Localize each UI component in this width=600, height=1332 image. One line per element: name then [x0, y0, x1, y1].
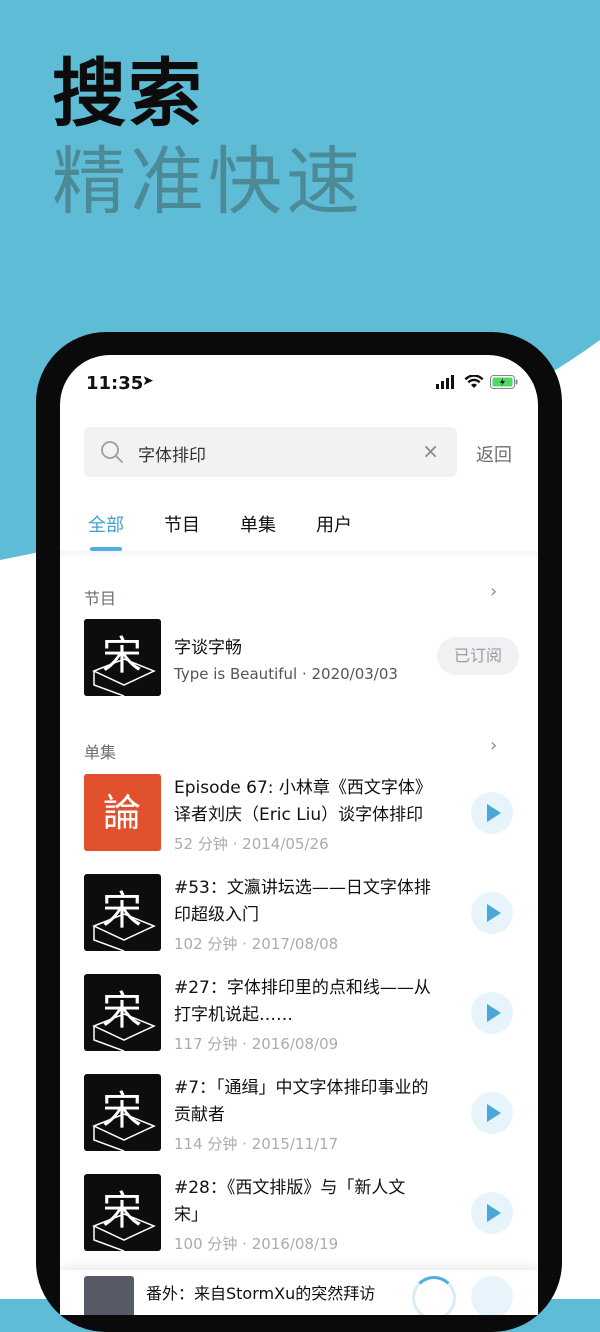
- play-button[interactable]: [471, 1192, 513, 1234]
- song-cover-art: 宋: [84, 974, 161, 1051]
- episode-cover[interactable]: 宋: [84, 974, 161, 1051]
- signal-icon: [436, 375, 454, 389]
- episode-meta: 102 分钟 · 2017/08/08: [174, 935, 339, 953]
- tab-bar: 全部 节目 单集 用户: [88, 511, 352, 551]
- location-arrow-icon: ➤: [142, 373, 154, 389]
- tab-users[interactable]: 用户: [316, 511, 352, 551]
- status-bar: 11:35 ➤: [60, 355, 538, 413]
- song-cover-art: 宋: [84, 874, 161, 951]
- play-button[interactable]: [471, 892, 513, 934]
- lun-cover-art: 論: [84, 774, 161, 851]
- episode-meta: 100 分钟 · 2016/08/19: [174, 1235, 339, 1253]
- play-button[interactable]: [471, 792, 513, 834]
- mini-player[interactable]: 番外：来自StormXu的突然拜访: [60, 1270, 538, 1315]
- episode-title-line: #7：「通缉」中文字体排印事业的: [174, 1078, 429, 1098]
- episode-title[interactable]: #7：「通缉」中文字体排印事业的 贡献者: [174, 1075, 464, 1129]
- clear-icon[interactable]: ×: [422, 439, 439, 463]
- back-button[interactable]: 返回: [476, 441, 512, 467]
- episode-title[interactable]: #53：文瀛讲坛选——日文字体排 印超级入门: [174, 875, 464, 929]
- chevron-right-icon[interactable]: ›: [490, 735, 497, 756]
- episode-title-line: Episode 67: 小林章《西文字体》: [174, 778, 432, 798]
- episode-title-line: 印超级入门: [174, 905, 259, 925]
- search-icon: [101, 441, 123, 463]
- svg-text:宋: 宋: [102, 633, 142, 679]
- episode-cover[interactable]: 宋: [84, 1174, 161, 1251]
- episode-cover[interactable]: 論: [84, 774, 161, 851]
- status-time: 11:35: [86, 373, 144, 394]
- search-input[interactable]: 字体排印 ×: [84, 427, 457, 477]
- tab-divider: [60, 551, 538, 559]
- mini-player-title[interactable]: 番外：来自StormXu的突然拜访: [146, 1280, 375, 1304]
- episode-meta: 52 分钟 · 2014/05/26: [174, 835, 329, 853]
- episode-title[interactable]: #28：《西文排版》与「新人文 宋」: [174, 1175, 464, 1229]
- episode-title-line: #53：文瀛讲坛选——日文字体排: [174, 878, 431, 898]
- episode-meta: 117 分钟 · 2016/08/09: [174, 1035, 339, 1053]
- section-title-programs: 节目: [84, 589, 117, 608]
- episode-title-line: 宋」: [174, 1205, 208, 1225]
- episode-cover[interactable]: 宋: [84, 874, 161, 951]
- episode-meta: 114 分钟 · 2015/11/17: [174, 1135, 339, 1153]
- episode-title-line: #27：字体排印里的点和线——从: [174, 978, 431, 998]
- tab-programs[interactable]: 节目: [164, 511, 200, 551]
- song-cover-art: 宋: [84, 619, 161, 696]
- svg-text:宋: 宋: [102, 888, 142, 934]
- battery-icon: [490, 375, 518, 389]
- episode-title-line: #28：《西文排版》与「新人文: [174, 1178, 406, 1198]
- section-title-episodes: 单集: [84, 743, 117, 762]
- episode-title[interactable]: #27：字体排印里的点和线——从 打字机说起……: [174, 975, 464, 1029]
- phone-screen: 11:35 ➤ 字体排印 × 返回 全部 节目 单集 用户 节目 › 宋 字谈字…: [60, 355, 538, 1315]
- song-cover-art: 宋: [84, 1174, 161, 1251]
- playback-progress-ring[interactable]: [412, 1276, 456, 1315]
- subscribed-button[interactable]: 已订阅: [437, 637, 519, 675]
- play-button[interactable]: [471, 1092, 513, 1134]
- program-cover[interactable]: 宋: [84, 619, 161, 696]
- song-cover-art: 宋: [84, 1074, 161, 1151]
- tab-episodes[interactable]: 单集: [240, 511, 276, 551]
- svg-text:宋: 宋: [102, 1188, 142, 1234]
- episode-title-line: 译者刘庆（Eric Liu）谈字体排印: [174, 805, 424, 825]
- program-meta: Type is Beautiful · 2020/03/03: [174, 665, 398, 683]
- svg-text:論: 論: [103, 791, 141, 835]
- tab-all[interactable]: 全部: [88, 511, 124, 551]
- wifi-icon: [464, 375, 484, 388]
- play-button[interactable]: [471, 992, 513, 1034]
- mini-player-cover[interactable]: [84, 1276, 134, 1315]
- status-icons: [436, 375, 518, 389]
- search-query-text: 字体排印: [138, 446, 206, 466]
- program-title[interactable]: 字谈字畅: [174, 633, 242, 658]
- svg-text:宋: 宋: [102, 988, 142, 1034]
- marketing-subhead: 精准快速: [52, 139, 364, 225]
- episode-cover[interactable]: 宋: [84, 1074, 161, 1151]
- chevron-right-icon[interactable]: ›: [490, 581, 497, 602]
- mini-play-button[interactable]: [471, 1276, 513, 1315]
- marketing-headline: 搜索: [52, 51, 204, 137]
- episode-title-line: 贡献者: [174, 1105, 225, 1125]
- episode-title-line: 打字机说起……: [174, 1005, 293, 1025]
- svg-text:宋: 宋: [102, 1088, 142, 1134]
- episode-title[interactable]: Episode 67: 小林章《西文字体》 译者刘庆（Eric Liu）谈字体排…: [174, 775, 464, 829]
